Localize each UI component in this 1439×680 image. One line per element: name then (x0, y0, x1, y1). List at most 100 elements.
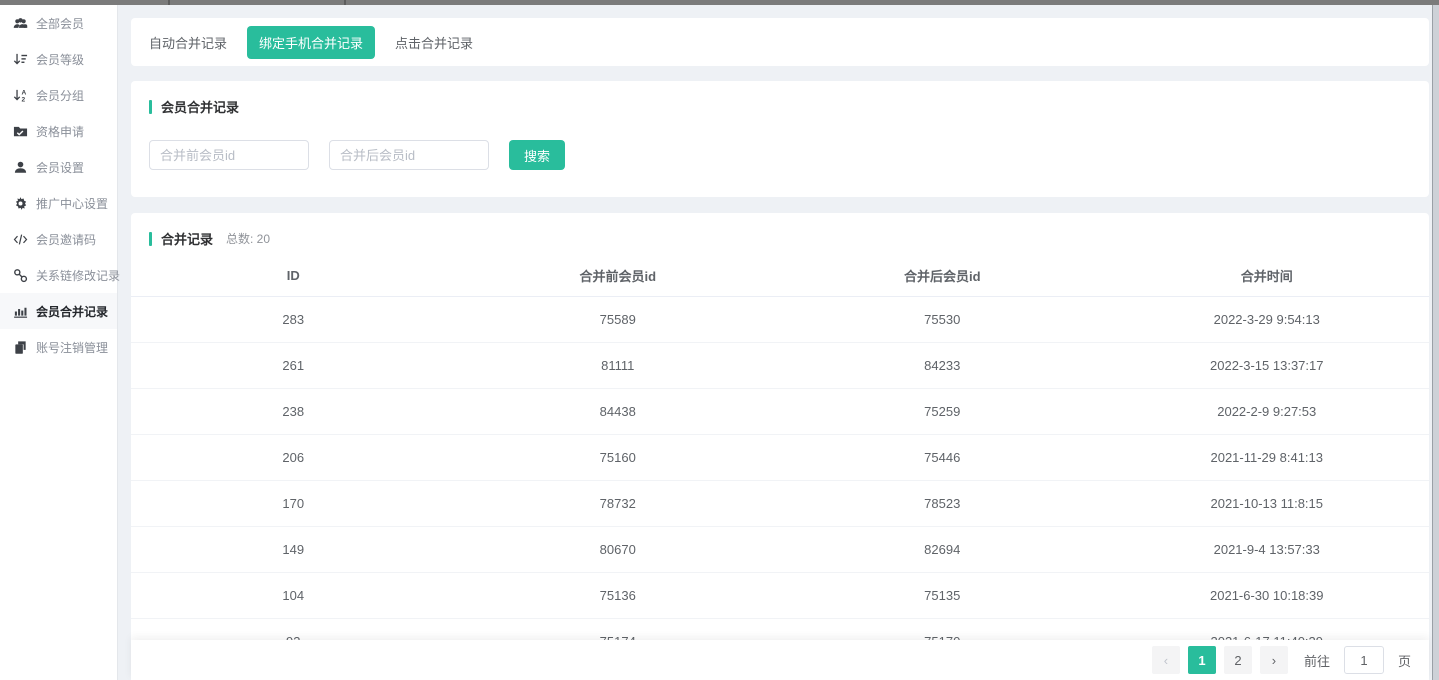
column-header-before-id: 合并前会员id (456, 256, 781, 296)
sort-group-icon: A2 (13, 88, 28, 103)
search-panel-header: 会员合并记录 (149, 97, 1411, 116)
browser-chrome-strip (0, 0, 1439, 5)
cell-merge-time: 2022-3-15 13:37:17 (1105, 342, 1430, 388)
prev-page-icon: ‹ (1164, 653, 1168, 668)
browser-tab-separator (344, 0, 346, 5)
next-page-button[interactable]: › (1260, 646, 1288, 674)
next-page-icon: › (1272, 653, 1276, 668)
cell-merge-time: 2021-6-30 10:18:39 (1105, 572, 1430, 618)
cell-after-id: 75259 (780, 388, 1105, 434)
cell-id: 261 (131, 342, 456, 388)
cell-after-id: 75530 (780, 296, 1105, 342)
cell-after-id: 75135 (780, 572, 1105, 618)
cell-after-id: 78523 (780, 480, 1105, 526)
cell-before-id: 75589 (456, 296, 781, 342)
cell-id: 238 (131, 388, 456, 434)
folder-check-icon (13, 124, 28, 139)
code-icon (13, 232, 28, 247)
merge-records-table: ID 合并前会员id 合并后会员id 合并时间 283 75589 75530 … (131, 256, 1429, 665)
pagination-bar: ‹ 1 2 › 前往 页 (131, 640, 1429, 680)
search-panel-title: 会员合并记录 (161, 97, 239, 116)
sidebar-item-member-settings[interactable]: 会员设置 (0, 149, 117, 185)
sort-level-icon (13, 52, 28, 67)
cell-after-id: 84233 (780, 342, 1105, 388)
gear-icon (13, 196, 28, 211)
tab-bar: 自动合并记录 绑定手机合并记录 点击合并记录 (131, 18, 1429, 66)
file-copy-icon (13, 340, 28, 355)
cell-before-id: 75160 (456, 434, 781, 480)
svg-text:A: A (21, 89, 26, 96)
sidebar-item-label: 关系链修改记录 (36, 267, 120, 284)
sidebar-item-qualification[interactable]: 资格申请 (0, 113, 117, 149)
user-icon (13, 160, 28, 175)
goto-label: 前往 (1304, 651, 1330, 670)
sidebar-item-relation-log[interactable]: 关系链修改记录 (0, 257, 117, 293)
records-total-label: 总数: 20 (226, 230, 270, 247)
cell-merge-time: 2021-9-4 13:57:33 (1105, 526, 1430, 572)
sidebar-item-label: 会员等级 (36, 51, 84, 68)
sidebar-item-label: 推广中心设置 (36, 195, 108, 212)
bar-chart-icon (13, 304, 28, 319)
prev-page-button[interactable]: ‹ (1152, 646, 1180, 674)
goto-page-input[interactable] (1344, 646, 1384, 674)
table-row: 170 78732 78523 2021-10-13 11:8:15 (131, 480, 1429, 526)
cell-id: 104 (131, 572, 456, 618)
page-button-1[interactable]: 1 (1188, 646, 1216, 674)
sidebar-item-label: 账号注销管理 (36, 339, 108, 356)
cell-before-id: 75136 (456, 572, 781, 618)
sidebar-item-label: 会员设置 (36, 159, 84, 176)
page-unit-label: 页 (1398, 651, 1411, 670)
section-accent-bar (149, 232, 152, 246)
cell-merge-time: 2022-2-9 9:27:53 (1105, 388, 1430, 434)
search-button[interactable]: 搜索 (509, 140, 565, 170)
sidebar-item-account-cancel[interactable]: 账号注销管理 (0, 329, 117, 365)
page-button-2[interactable]: 2 (1224, 646, 1252, 674)
column-header-after-id: 合并后会员id (780, 256, 1105, 296)
sidebar-item-label: 全部会员 (36, 15, 84, 32)
svg-text:2: 2 (21, 96, 25, 102)
sidebar-item-label: 会员邀请码 (36, 231, 96, 248)
cell-before-id: 81111 (456, 342, 781, 388)
records-panel: 合并记录 总数: 20 ID 合并前会员id 合并后会员id 合并时间 283 … (131, 213, 1429, 675)
search-form: 搜索 (149, 140, 1411, 170)
cell-id: 170 (131, 480, 456, 526)
table-row: 238 84438 75259 2022-2-9 9:27:53 (131, 388, 1429, 434)
sidebar-item-label: 资格申请 (36, 123, 84, 140)
table-row: 261 81111 84233 2022-3-15 13:37:17 (131, 342, 1429, 388)
sidebar-item-label: 会员合并记录 (36, 303, 108, 320)
cell-merge-time: 2021-10-13 11:8:15 (1105, 480, 1430, 526)
cell-merge-time: 2021-11-29 8:41:13 (1105, 434, 1430, 480)
cell-after-id: 82694 (780, 526, 1105, 572)
sidebar-item-merge-records[interactable]: 会员合并记录 (0, 293, 117, 329)
cell-after-id: 75446 (780, 434, 1105, 480)
table-row: 206 75160 75446 2021-11-29 8:41:13 (131, 434, 1429, 480)
sidebar-item-member-level[interactable]: 会员等级 (0, 41, 117, 77)
link-icon (13, 268, 28, 283)
tab-bind-phone-merge[interactable]: 绑定手机合并记录 (247, 26, 375, 59)
cell-before-id: 78732 (456, 480, 781, 526)
users-icon (13, 16, 28, 31)
sidebar-item-all-members[interactable]: 全部会员 (0, 5, 117, 41)
merge-before-id-input[interactable] (149, 140, 309, 170)
column-header-id: ID (131, 256, 456, 296)
tab-click-merge[interactable]: 点击合并记录 (395, 26, 473, 59)
merge-after-id-input[interactable] (329, 140, 489, 170)
vertical-scrollbar[interactable] (1432, 0, 1439, 680)
sidebar-item-invite-code[interactable]: 会员邀请码 (0, 221, 117, 257)
browser-tab-separator (168, 0, 170, 5)
cell-id: 206 (131, 434, 456, 480)
sidebar-item-promotion-settings[interactable]: 推广中心设置 (0, 185, 117, 221)
sidebar-item-member-group[interactable]: A2 会员分组 (0, 77, 117, 113)
records-panel-title: 合并记录 (161, 229, 213, 248)
table-row: 149 80670 82694 2021-9-4 13:57:33 (131, 526, 1429, 572)
table-row: 283 75589 75530 2022-3-29 9:54:13 (131, 296, 1429, 342)
column-header-merge-time: 合并时间 (1105, 256, 1430, 296)
main-content: 自动合并记录 绑定手机合并记录 点击合并记录 会员合并记录 搜索 合并记录 总数… (131, 5, 1429, 680)
search-panel: 会员合并记录 搜索 (131, 81, 1429, 197)
sidebar-item-label: 会员分组 (36, 87, 84, 104)
cell-before-id: 84438 (456, 388, 781, 434)
records-panel-header: 合并记录 总数: 20 (131, 229, 1429, 248)
tab-auto-merge[interactable]: 自动合并记录 (149, 26, 227, 59)
cell-before-id: 80670 (456, 526, 781, 572)
sidebar: 全部会员 会员等级 A2 会员分组 资格申请 会员设置 推广中心设置 会员邀请码… (0, 5, 118, 680)
